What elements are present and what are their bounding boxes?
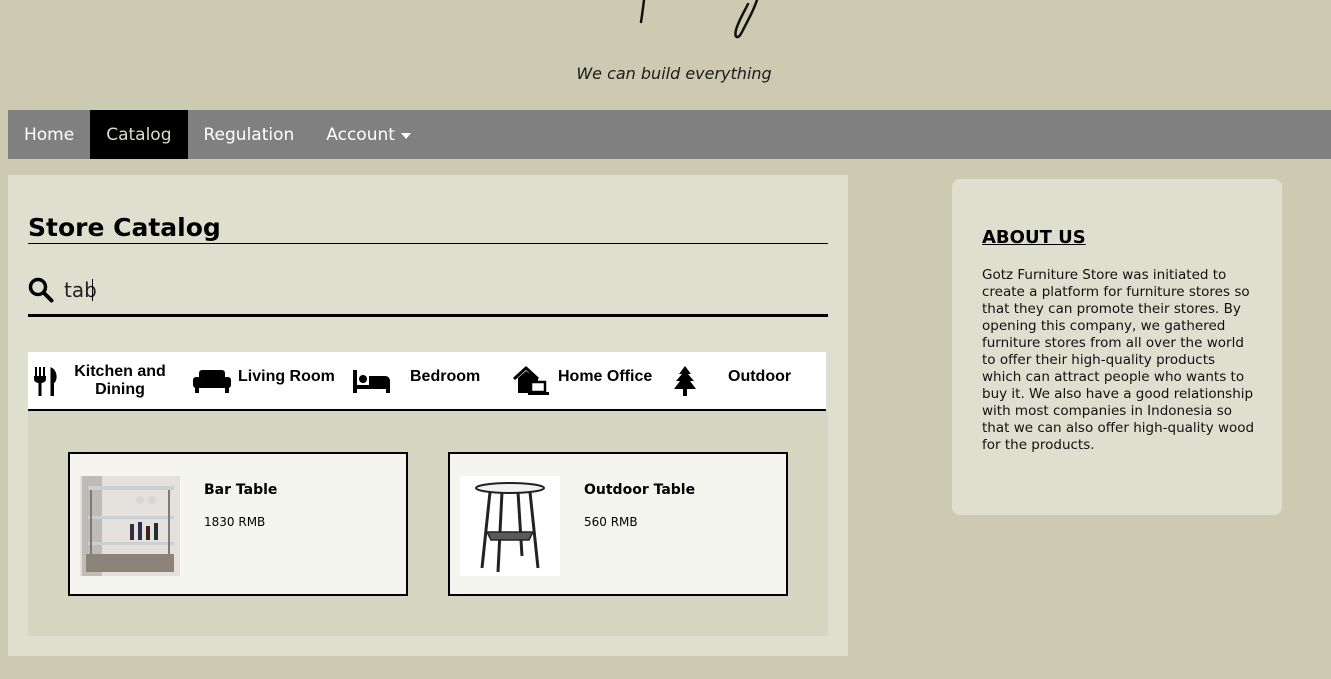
product-name: Outdoor Table — [584, 482, 696, 498]
product-name: Bar Table — [204, 482, 278, 498]
page: We can build everything Home Catalog Reg… — [0, 0, 1331, 679]
category-outdoor[interactable]: Outdoor — [672, 352, 822, 409]
search-icon[interactable] — [28, 277, 54, 303]
text-cursor — [92, 279, 93, 301]
caret-down-icon — [400, 132, 411, 139]
nav-home[interactable]: Home — [8, 110, 90, 159]
search-bar — [28, 275, 828, 317]
catalog-panel: Store Catalog Kitchen and Dining — [8, 175, 848, 656]
about-text: Gotz Furniture Store was initiated to cr… — [982, 267, 1255, 453]
category-label: Outdoor — [728, 367, 792, 385]
logo — [639, 0, 759, 39]
category-living-room[interactable]: Living Room — [192, 352, 342, 409]
search-input[interactable] — [64, 275, 804, 305]
product-image-outdoor-table — [460, 476, 560, 576]
about-us-panel: ABOUT US Gotz Furniture Store was initia… — [952, 179, 1282, 515]
category-bedroom[interactable]: Bedroom — [352, 352, 502, 409]
product-image-bar-table — [80, 476, 180, 576]
page-title: Store Catalog — [28, 213, 828, 244]
product-price: 560 RMB — [584, 515, 638, 529]
category-label: Living Room — [238, 367, 335, 385]
nav-account-dropdown[interactable]: Account — [310, 110, 427, 159]
bed-icon — [353, 369, 390, 393]
couch-icon — [193, 369, 231, 393]
product-results: Bar Table 1830 RMB Outdoor Table 560 RMB — [28, 411, 828, 636]
tagline: We can build everything — [576, 64, 772, 83]
tree-icon — [674, 365, 696, 396]
about-title: ABOUT US — [982, 227, 1086, 248]
utensils-icon — [34, 366, 57, 396]
product-card[interactable]: Outdoor Table 560 RMB — [448, 452, 788, 596]
category-kitchen-dining[interactable]: Kitchen and Dining — [32, 352, 182, 409]
category-bar: Kitchen and Dining Living Room Bedroom H… — [28, 352, 826, 411]
category-home-office[interactable]: Home Office — [512, 352, 672, 409]
category-label: Bedroom — [410, 367, 481, 385]
home-office-icon — [512, 366, 549, 395]
category-label: Home Office — [558, 367, 653, 385]
product-card[interactable]: Bar Table 1830 RMB — [68, 452, 408, 596]
main-navbar: Home Catalog Regulation Account — [8, 110, 1331, 159]
nav-regulation[interactable]: Regulation — [188, 110, 311, 159]
category-label: Kitchen and Dining — [74, 362, 166, 398]
nav-catalog[interactable]: Catalog — [90, 110, 188, 159]
product-price: 1830 RMB — [204, 515, 266, 529]
nav-account-label: Account — [326, 124, 395, 145]
